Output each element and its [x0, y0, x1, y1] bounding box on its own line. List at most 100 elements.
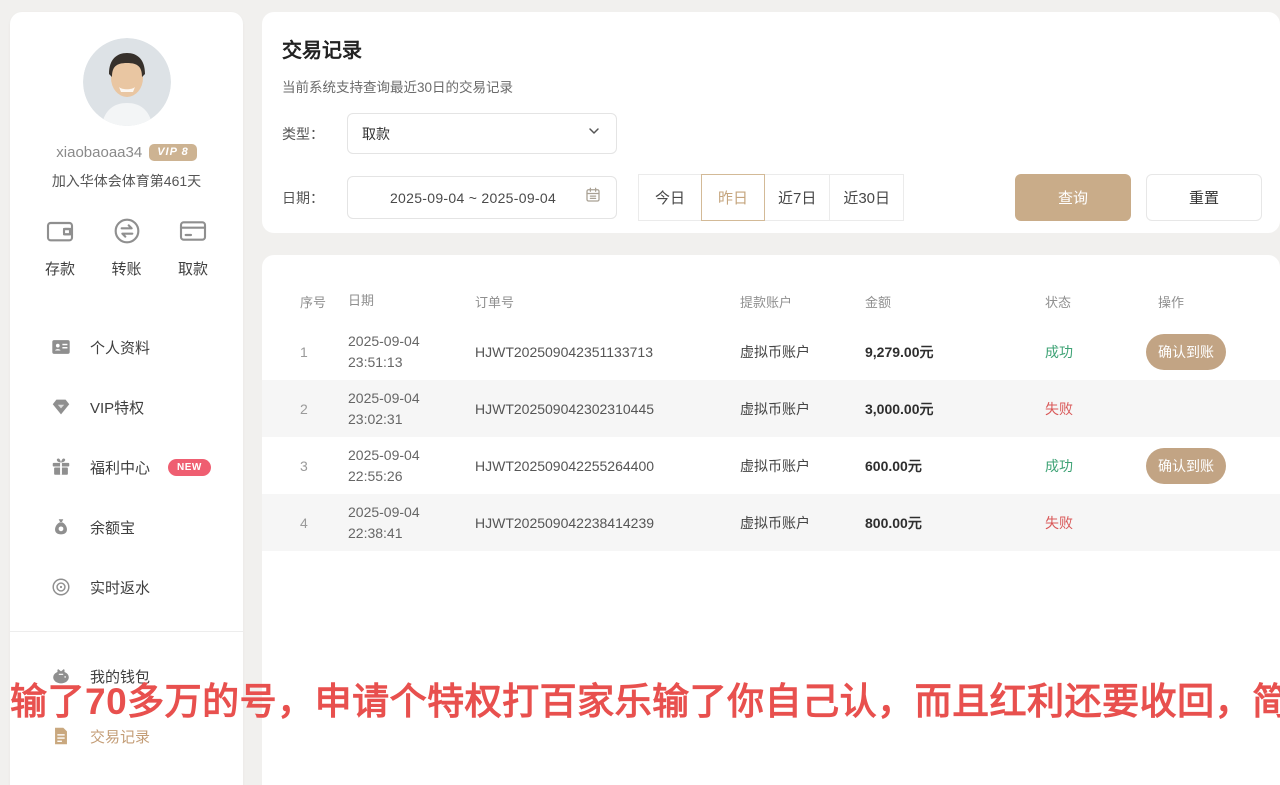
- date-part: 2025-09-04: [348, 388, 475, 408]
- date-part: 2025-09-04: [348, 445, 475, 465]
- gift-icon: [50, 456, 72, 478]
- reset-button[interactable]: 重置: [1146, 174, 1262, 221]
- date-range-value: 2025-09-04 ~ 2025-09-04: [362, 190, 584, 206]
- chevron-down-icon: [586, 123, 602, 144]
- date-range-group: 今日昨日近7日近30日: [639, 174, 904, 221]
- range-button-0[interactable]: 今日: [638, 174, 702, 221]
- quick-action-label: 取款: [178, 258, 208, 279]
- table-row: 32025-09-0422:55:26HJWT20250904225526440…: [262, 437, 1280, 494]
- transfer-arrows-icon: [111, 215, 143, 247]
- cell-order-number: HJWT202509042255264400: [475, 458, 740, 474]
- cell-status: 成功: [1032, 342, 1144, 362]
- cell-amount: 9,279.00元: [865, 342, 1032, 362]
- quick-action-withdraw-card[interactable]: 取款: [177, 215, 209, 279]
- confirm-arrival-button[interactable]: 确认到账: [1146, 448, 1226, 484]
- type-select-value: 取款: [362, 124, 586, 144]
- quick-action-label: 存款: [45, 258, 75, 279]
- cell-date: 2025-09-0423:02:31: [348, 388, 475, 429]
- column-header: 状态: [1032, 292, 1144, 311]
- profile-section: xiaobaoaa34 VIP 8 加入华体会体育第461天 存款转账取款: [10, 12, 243, 279]
- table-body: 12025-09-0423:51:13HJWT20250904235113371…: [262, 323, 1280, 551]
- cell-status: 失败: [1032, 513, 1144, 533]
- sidebar-item-gem[interactable]: VIP特权: [10, 377, 243, 437]
- time-part: 22:38:41: [348, 523, 475, 543]
- cell-withdraw-account: 虚拟币账户: [740, 513, 865, 533]
- cell-date: 2025-09-0423:51:13: [348, 331, 475, 372]
- vip-badge: VIP 8: [149, 144, 197, 161]
- confirm-arrival-button[interactable]: 确认到账: [1146, 334, 1226, 370]
- sidebar-item-label: 福利中心: [90, 457, 150, 478]
- sidebar-item-bet-records[interactable]: 投注记录: [10, 766, 243, 785]
- cell-seq: 1: [300, 344, 348, 360]
- withdraw-card-icon: [177, 215, 209, 247]
- column-header: 操作: [1144, 292, 1260, 311]
- quick-action-deposit-wallet[interactable]: 存款: [44, 215, 76, 279]
- filter-card: 交易记录 当前系统支持查询最近30日的交易记录 类型： 取款 日期： 2025-…: [262, 12, 1280, 233]
- column-header: 日期: [348, 292, 475, 311]
- sidebar-item-piggy-bank[interactable]: 我的钱包: [10, 646, 243, 706]
- sidebar-item-label: 我的钱包: [90, 666, 150, 687]
- sidebar-item-label: 实时返水: [90, 577, 150, 598]
- id-card-icon: [50, 336, 72, 358]
- type-select[interactable]: 取款: [347, 113, 617, 154]
- piggy-bank-icon: [50, 665, 72, 687]
- cell-status: 成功: [1032, 456, 1144, 476]
- cell-action: 确认到账: [1144, 334, 1260, 370]
- calendar-icon: [584, 186, 602, 209]
- cell-order-number: HJWT202509042351133713: [475, 344, 740, 360]
- cell-seq: 4: [300, 515, 348, 531]
- sidebar-item-moneybag[interactable]: 余额宝: [10, 497, 243, 557]
- join-days-text: 加入华体会体育第461天: [10, 171, 243, 191]
- cell-status: 失败: [1032, 399, 1144, 419]
- range-button-2[interactable]: 近7日: [764, 174, 830, 221]
- column-header: 金额: [865, 292, 1032, 311]
- cell-seq: 2: [300, 401, 348, 417]
- cell-amount: 800.00元: [865, 513, 1032, 533]
- table-row: 22025-09-0423:02:31HJWT20250904230231044…: [262, 380, 1280, 437]
- sidebar-item-label: 个人资料: [90, 337, 150, 358]
- column-header: 提款账户: [740, 292, 865, 311]
- table-row: 42025-09-0422:38:41HJWT20250904223841423…: [262, 494, 1280, 551]
- cell-date: 2025-09-0422:55:26: [348, 445, 475, 486]
- cell-amount: 3,000.00元: [865, 399, 1032, 419]
- rebate-icon: [50, 576, 72, 598]
- date-range-input[interactable]: 2025-09-04 ~ 2025-09-04: [347, 176, 617, 219]
- range-button-3[interactable]: 近30日: [829, 174, 904, 221]
- date-label: 日期：: [282, 188, 328, 208]
- records-icon: [50, 725, 72, 747]
- sidebar-item-label: VIP特权: [90, 397, 144, 418]
- query-button[interactable]: 查询: [1015, 174, 1131, 221]
- sidebar-item-label: 余额宝: [90, 517, 135, 538]
- transactions-table-card: 序号日期订单号提款账户金额状态操作 12025-09-0423:51:13HJW…: [262, 255, 1280, 785]
- quick-action-label: 转账: [111, 258, 141, 279]
- cell-order-number: HJWT202509042302310445: [475, 401, 740, 417]
- page-subtitle: 当前系统支持查询最近30日的交易记录: [282, 76, 1262, 96]
- quick-action-transfer-arrows[interactable]: 转账: [111, 215, 143, 279]
- range-button-1[interactable]: 昨日: [701, 174, 765, 221]
- time-part: 23:51:13: [348, 352, 475, 372]
- type-label: 类型：: [282, 124, 328, 144]
- sidebar-item-label: 交易记录: [90, 726, 150, 747]
- moneybag-icon: [50, 516, 72, 538]
- cell-withdraw-account: 虚拟币账户: [740, 342, 865, 362]
- date-part: 2025-09-04: [348, 502, 475, 522]
- avatar: [83, 38, 171, 126]
- column-header: 序号: [300, 292, 348, 311]
- time-part: 22:55:26: [348, 466, 475, 486]
- table-row: 12025-09-0423:51:13HJWT20250904235113371…: [262, 323, 1280, 380]
- cell-seq: 3: [300, 458, 348, 474]
- cell-amount: 600.00元: [865, 456, 1032, 476]
- sidebar-item-gift[interactable]: 福利中心 NEW: [10, 437, 243, 497]
- cell-order-number: HJWT202509042238414239: [475, 515, 740, 531]
- new-badge: NEW: [168, 459, 211, 476]
- sidebar-menu: 个人资料 VIP特权福利中心 NEW 余额宝实时返水我的钱包交易记录投注记录: [10, 317, 243, 785]
- page-title: 交易记录: [282, 34, 1262, 63]
- sidebar-item-id-card[interactable]: 个人资料: [10, 317, 243, 377]
- sidebar-divider: [10, 631, 243, 632]
- sidebar-item-rebate[interactable]: 实时返水: [10, 557, 243, 617]
- sidebar-item-records[interactable]: 交易记录: [10, 706, 243, 766]
- sidebar: xiaobaoaa34 VIP 8 加入华体会体育第461天 存款转账取款 个人…: [10, 12, 243, 785]
- cell-date: 2025-09-0422:38:41: [348, 502, 475, 543]
- deposit-wallet-icon: [44, 215, 76, 247]
- column-header: 订单号: [475, 292, 740, 311]
